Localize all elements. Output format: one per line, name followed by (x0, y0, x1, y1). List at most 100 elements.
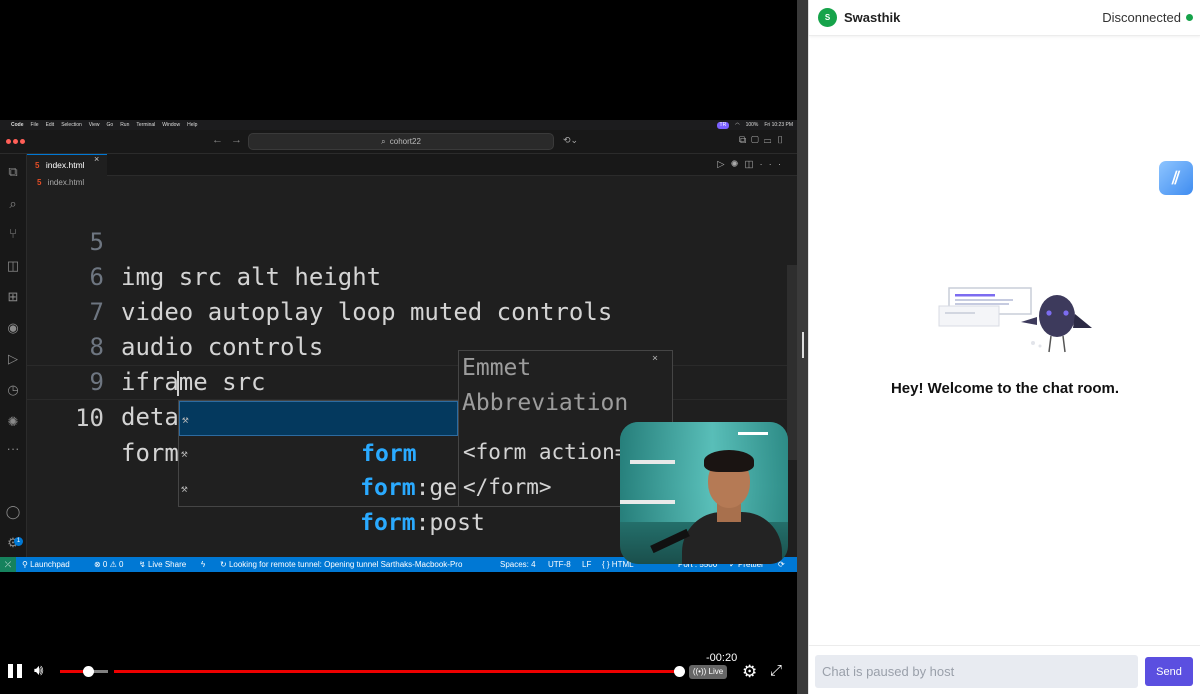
settings-badge: 1 (14, 537, 23, 546)
app-root: Code File Edit Selection View Go Run Ter… (0, 0, 1200, 694)
command-center-label: cohort22 (389, 137, 421, 146)
extensions-icon: ⊞ (7, 289, 19, 304)
menubar-clock: Fri 10:23 PM (764, 122, 793, 128)
spaces-item[interactable]: Spaces: 4 (500, 557, 536, 572)
message-line (955, 294, 995, 297)
current-code-line: 10 form (27, 365, 797, 467)
wrench-icon: ⚒ (181, 447, 188, 460)
live-button[interactable]: ((•)) Live (689, 665, 727, 679)
editor-actions-icons: ▷✺◫··· (717, 159, 787, 170)
mac-menubar: Code File Edit Selection View Go Run Ter… (0, 120, 797, 130)
suggestion-item[interactable]: ⚒ form:get (179, 436, 471, 501)
bird-eye (1046, 310, 1052, 316)
bird-body (1039, 295, 1075, 337)
send-button[interactable]: Send (1145, 657, 1193, 686)
close-details-icon[interactable]: × (652, 353, 658, 364)
live-share-item[interactable]: ↯ Live Share (139, 557, 186, 572)
close-tab-icon[interactable]: × (94, 154, 99, 164)
fullscreen-icon[interactable]: ⤢ (770, 662, 782, 679)
command-center: ⌕ cohort22 (248, 133, 554, 150)
suggestion-item[interactable]: ⚒ form:post (179, 471, 485, 536)
welcome-message: Hey! Welcome to the chat room. (890, 380, 1120, 397)
menubar-item: File (30, 122, 39, 128)
battery-percent: 100% (745, 122, 759, 128)
source-control-icon: ⑂ (9, 226, 17, 241)
message-line (955, 303, 1009, 305)
code-line: 5 img src alt height (27, 190, 797, 291)
bird-leg (1048, 335, 1052, 353)
menubar-item: Go (106, 122, 114, 128)
connection-status: Disconnected (1102, 10, 1181, 25)
encoding-item[interactable]: UTF-8 (548, 557, 571, 572)
remote-explorer-icon: ◫ (6, 258, 20, 273)
problems-item[interactable]: ⊗ 0 ⚠ 0 (94, 557, 123, 572)
webcam-shelf (620, 500, 675, 504)
breadcrumb-file: index.html (47, 178, 85, 187)
empty-chat-illustration (938, 287, 1092, 353)
bird-eye (1063, 310, 1069, 316)
menubar-item: Run (120, 122, 130, 128)
lightning-icon: ϟ (201, 560, 206, 569)
layout-icons: ⧉▢▭▯ (739, 135, 789, 146)
suggestion-item[interactable]: ⚒ form (179, 401, 458, 467)
resize-handle[interactable] (802, 332, 804, 358)
line-number: 10 (75, 404, 104, 432)
video-player[interactable]: Code File Edit Selection View Go Run Ter… (0, 0, 800, 694)
webcam-light (738, 432, 768, 435)
volume-knob[interactable] (83, 666, 94, 677)
seek-knob[interactable] (674, 666, 685, 677)
close-window-icon (6, 139, 11, 144)
run-debug-icon: ▷ (8, 351, 18, 366)
text-cursor (177, 371, 179, 396)
time-remaining: -00:20 (706, 652, 738, 664)
remote-indicator-icon[interactable]: ⤫ (0, 557, 16, 572)
copilot-icon: ⟲⌄ (563, 135, 579, 145)
chat-footer: Send (809, 645, 1200, 694)
launchpad-item[interactable]: ⚲ Launchpad (22, 557, 70, 572)
github-icon: ◉ (7, 320, 19, 335)
chat-input[interactable] (815, 655, 1138, 688)
activity-bar: ⧉ ⌕ ⑂ ◫ ⊞ ◉ ▷ ◷ ✺ ··· ◯ ⚙ 1 (0, 154, 27, 557)
decor-dot (1038, 344, 1042, 348)
volume-icon[interactable]: 🔊︎ (34, 662, 43, 679)
webcam-shelf (630, 460, 675, 464)
html5-icon: 5 (37, 178, 42, 187)
decor-dot (1031, 341, 1035, 345)
menubar-item: Selection (61, 122, 82, 128)
code-line: 7 audio controls (27, 260, 797, 361)
search-icon: ⌕ (9, 196, 17, 211)
breadcrumb: 5 index.html (27, 176, 797, 190)
menubar-app-name: Code (11, 122, 24, 128)
menubar-status-pill-icon: TR (716, 121, 730, 129)
brand-icon: ⫽ (1171, 168, 1181, 188)
openai-icon: ✺ (7, 414, 19, 429)
settings-gear-icon[interactable]: ⚙ (742, 662, 757, 682)
pause-bar (8, 664, 13, 678)
menubar-item: View (88, 122, 100, 128)
nav-arrows-icon: ←→ (212, 134, 250, 146)
wrench-icon: ⚒ (181, 482, 188, 495)
bird-wing (1021, 317, 1037, 325)
account-icon: ◯ (5, 504, 21, 519)
menubar-item: Window (162, 122, 181, 128)
menubar-item: Terminal (136, 122, 156, 128)
webcam-background (620, 422, 788, 522)
app-launcher-button[interactable]: ⫽ (1159, 161, 1193, 195)
chat-header: S Swasthik Disconnected (809, 0, 1200, 36)
message-line (945, 312, 975, 314)
username: Swasthik (844, 10, 901, 25)
editor-scrollbar[interactable] (787, 265, 797, 460)
avatar: S (818, 8, 837, 27)
seek-fill (114, 670, 680, 673)
menubar-item: Edit (45, 122, 55, 128)
message-card (938, 305, 1000, 327)
code-line: 9 details summary (27, 330, 797, 431)
menubar-item: Help (187, 122, 198, 128)
presenter-hair (704, 450, 754, 472)
search-icon: ⌕ (381, 137, 386, 146)
minimize-window-icon (13, 139, 18, 144)
bird-tail (1073, 314, 1092, 328)
eol-item[interactable]: LF (582, 557, 591, 572)
pause-button[interactable] (8, 664, 24, 678)
details-title: Emmet Abbreviation (462, 355, 629, 416)
